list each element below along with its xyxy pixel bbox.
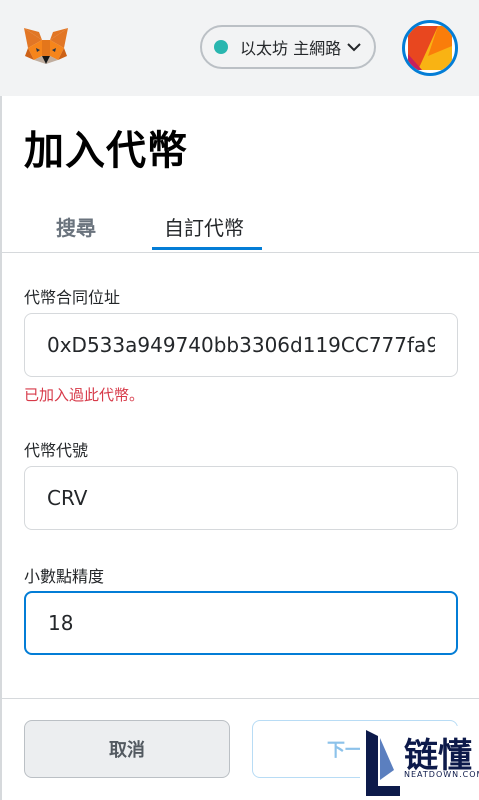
- active-tab-indicator: [152, 247, 262, 250]
- app-header: 以太坊 主網路: [0, 0, 479, 96]
- metamask-fox-icon[interactable]: [22, 26, 70, 70]
- token-address-input[interactable]: [24, 313, 458, 377]
- tab-custom-token[interactable]: 自訂代幣: [164, 212, 244, 241]
- token-address-error: 已加入過此代幣。: [24, 386, 145, 404]
- token-decimals-label: 小數點精度: [24, 567, 105, 586]
- network-label: 以太坊 主網路: [240, 39, 342, 58]
- token-address-label: 代幣合同位址: [24, 288, 121, 307]
- cancel-button[interactable]: 取消: [24, 720, 230, 778]
- page-title: 加入代幣: [24, 128, 188, 174]
- account-avatar[interactable]: [402, 20, 458, 76]
- watermark: 链懂 NEATDOWN.COM: [360, 726, 479, 800]
- network-status-dot: [214, 40, 228, 54]
- watermark-logo-icon: [366, 730, 400, 796]
- tab-search[interactable]: 搜尋: [56, 212, 96, 241]
- tab-bar: 搜尋 自訂代幣: [0, 198, 479, 253]
- token-decimals-input[interactable]: [24, 591, 458, 655]
- chevron-down-icon: [347, 43, 361, 52]
- token-symbol-input[interactable]: [24, 466, 458, 530]
- network-selector[interactable]: 以太坊 主網路: [200, 25, 376, 69]
- watermark-subtext: NEATDOWN.COM: [404, 770, 479, 779]
- footer-divider: [0, 698, 479, 699]
- token-symbol-label: 代幣代號: [24, 441, 89, 460]
